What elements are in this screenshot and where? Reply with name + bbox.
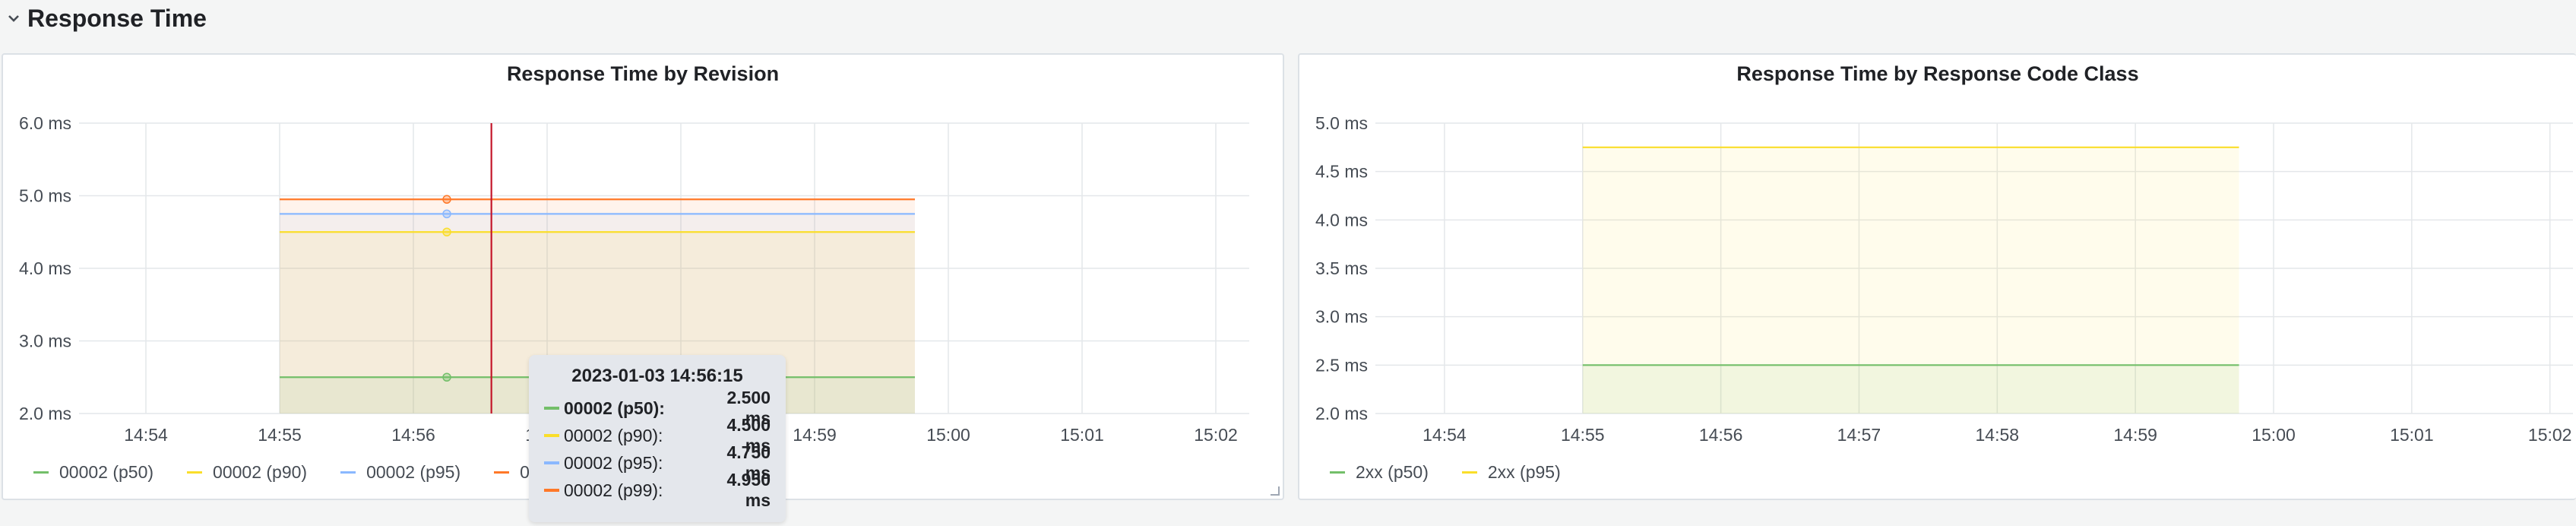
legend-swatch	[187, 471, 203, 474]
panel-response-time-by-code-class[interactable]: Response Time by Response Code Class 2.0…	[1298, 53, 2576, 500]
y-tick-label: 2.0 ms	[19, 404, 71, 423]
x-tick-label: 14:55	[1561, 425, 1605, 445]
x-tick-label: 15:01	[2390, 425, 2434, 445]
x-tick-label: 15:01	[1060, 425, 1104, 445]
legend-swatch	[494, 471, 510, 474]
legend-swatch	[340, 471, 356, 474]
legend-swatch	[1461, 471, 1477, 474]
x-tick-label: 14:58	[1976, 425, 2020, 445]
x-tick-label: 14:59	[793, 425, 837, 445]
legend-item[interactable]: 2xx (p95)	[1461, 462, 1561, 483]
y-tick-label: 4.5 ms	[1315, 162, 1368, 182]
tooltip-label: 00002 (p90):	[564, 425, 663, 445]
tooltip-time: 2023-01-03 14:56:15	[571, 366, 743, 386]
y-tick-label: 2.0 ms	[1315, 404, 1368, 423]
hover-point	[442, 227, 451, 236]
tooltip-swatch	[544, 407, 559, 410]
legend-label: 2xx (p95)	[1487, 462, 1561, 482]
x-tick-label: 14:54	[124, 425, 168, 445]
y-tick-label: 6.0 ms	[19, 113, 71, 133]
tooltip-label: 00002 (p99):	[564, 480, 663, 500]
hover-point	[442, 195, 451, 204]
x-tick-label: 14:55	[258, 425, 302, 445]
legend-label: 00002 (p90)	[213, 462, 308, 482]
legend-swatch	[33, 471, 49, 474]
chart-legend: 2xx (p50) 2xx (p95)	[1330, 462, 1594, 483]
y-tick-label: 3.0 ms	[1315, 307, 1368, 327]
y-tick-label: 4.0 ms	[1315, 210, 1368, 230]
tooltip-rows: 00002 (p50): 2.500 ms 00002 (p90): 4.500 ms…	[544, 388, 771, 510]
x-tick-label: 14:54	[1422, 425, 1467, 445]
chart-tooltip: 2023-01-03 14:56:15 00002 (p50): 2.500 ms…	[529, 355, 786, 522]
tooltip-value: 4.950 ms	[726, 470, 771, 510]
row-title: Response Time	[27, 4, 207, 32]
tooltip-row: 00002 (p99): 4.950 ms	[544, 470, 771, 510]
tooltip-label: 00002 (p95):	[564, 452, 663, 473]
row-header[interactable]: Response Time	[0, 0, 2576, 36]
legend-item[interactable]: 00002 (p50)	[33, 462, 153, 483]
legend-label: 2xx (p50)	[1356, 462, 1429, 482]
legend-item[interactable]: 00002 (p90)	[187, 462, 307, 483]
x-tick-label: 14:56	[1699, 425, 1743, 445]
resize-handle[interactable]	[1271, 486, 1280, 496]
y-tick-label: 5.0 ms	[19, 186, 71, 206]
y-tick-label: 2.5 ms	[1315, 355, 1368, 375]
y-tick-label: 5.0 ms	[1315, 113, 1368, 133]
tooltip-swatch	[544, 489, 559, 492]
tooltip-swatch	[544, 461, 559, 464]
legend-item[interactable]: 00002 (p95)	[340, 462, 460, 483]
legend-swatch	[1330, 471, 1345, 474]
y-tick-label: 3.5 ms	[1315, 258, 1368, 278]
chevron-down-icon[interactable]	[6, 11, 21, 26]
tooltip-swatch	[544, 434, 559, 437]
legend-label: 00002 (p95)	[366, 462, 461, 482]
x-tick-label: 14:56	[391, 425, 435, 445]
x-tick-label: 14:57	[1837, 425, 1881, 445]
x-tick-label: 15:02	[1194, 425, 1238, 445]
series-area	[1582, 365, 2239, 414]
x-tick-label: 15:00	[926, 425, 970, 445]
y-tick-label: 3.0 ms	[19, 331, 71, 351]
legend-item[interactable]: 2xx (p50)	[1330, 462, 1429, 483]
x-tick-label: 15:00	[2252, 425, 2296, 445]
chart-response-time-by-code-class[interactable]: 2.0 ms 2.5 ms 3.0 ms 3.5 ms 4.0 ms 4.5 ms 5.0 …	[1299, 55, 2576, 499]
y-tick-label: 4.0 ms	[19, 258, 71, 278]
x-tick-label: 14:59	[2113, 425, 2157, 445]
legend-label: 00002 (p50)	[59, 462, 154, 482]
x-tick-label: 15:02	[2528, 425, 2572, 445]
hover-point	[442, 372, 451, 382]
tooltip-label: 00002 (p50):	[564, 398, 665, 418]
hover-point	[442, 209, 451, 219]
